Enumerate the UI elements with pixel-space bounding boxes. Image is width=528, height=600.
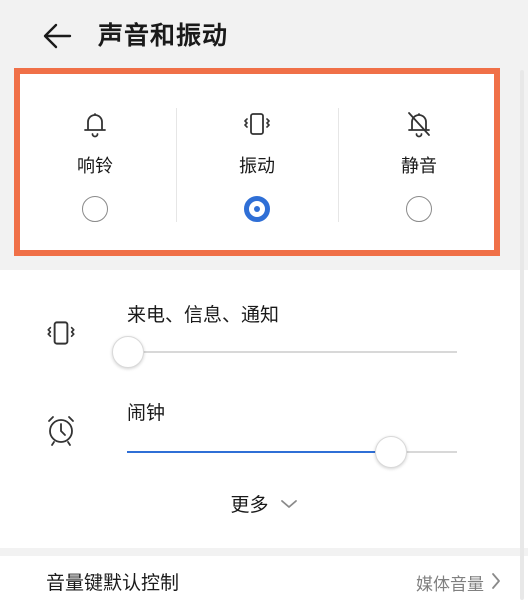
chevron-right-icon [492,573,500,589]
alarm-volume-title: 闹钟 [127,402,166,424]
more-button[interactable]: 更多 [0,490,528,526]
page-title: 声音和振动 [98,21,229,50]
scrollbar[interactable] [520,70,524,600]
mode-ring[interactable]: 响铃 [14,68,176,256]
alarm-clock-icon [48,416,74,446]
bell-off-icon [408,112,430,138]
alarm-volume-fill [127,451,391,453]
ringtone-volume-title: 来电、信息、通知 [127,304,280,326]
ringtone-volume-slider[interactable] [127,351,457,353]
sound-mode-panel: 响铃 振动 静音 [14,68,500,256]
mode-silent-label: 静音 [401,156,437,177]
more-label: 更多 [230,494,269,516]
mode-ring-radio[interactable] [82,196,108,222]
vibrate-icon [47,321,75,345]
mode-silent[interactable]: 静音 [338,68,500,256]
mode-silent-radio[interactable] [406,196,432,222]
volume-key-default-label: 音量键默认控制 [46,572,180,594]
volume-panel: 来电、信息、通知 闹钟 更多 [0,270,528,548]
mode-vibrate[interactable]: 振动 [176,68,338,256]
arrow-left-icon [43,23,72,49]
mode-ring-label: 响铃 [77,156,113,177]
alarm-volume-thumb[interactable] [375,436,407,468]
section-gap [0,256,528,270]
chevron-down-icon [280,499,297,508]
mode-vibrate-radio[interactable] [244,196,270,222]
bell-icon [84,113,106,138]
ringtone-volume-thumb[interactable] [112,336,144,368]
back-button[interactable] [40,18,80,54]
top-bar: 声音和振动 [0,0,528,70]
mode-vibrate-label: 振动 [239,156,275,177]
volume-key-default-value: 媒体音量 [416,575,484,595]
volume-key-default-row[interactable]: 音量键默认控制 媒体音量 [0,556,528,600]
vibrate-icon [244,113,270,135]
